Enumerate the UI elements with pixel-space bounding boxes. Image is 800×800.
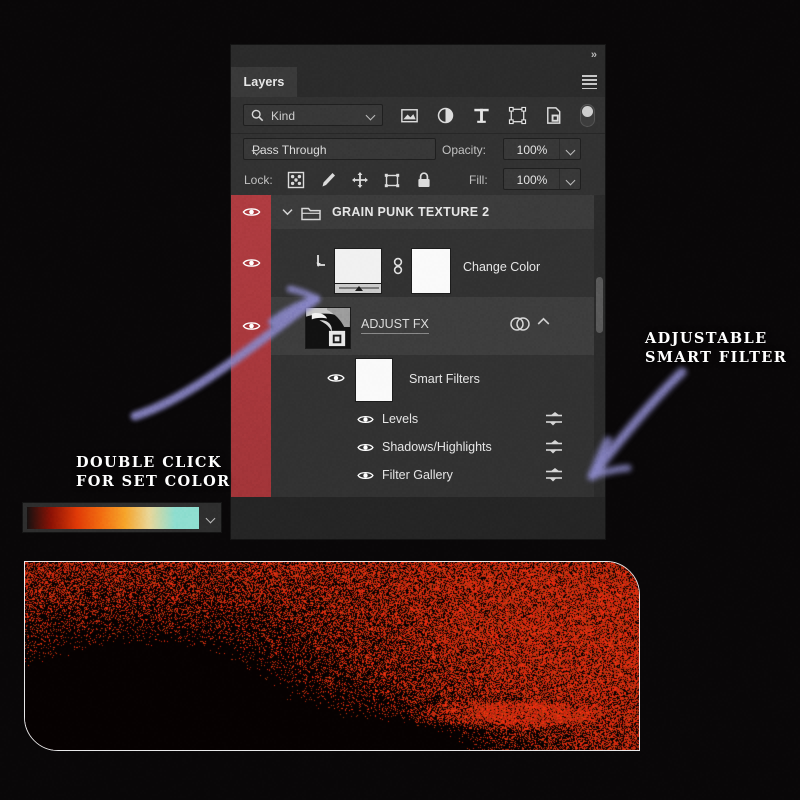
layer-row-adjust-fx[interactable]: ADJUST FX xyxy=(231,297,605,355)
filter-kind-select[interactable]: Kind xyxy=(243,104,383,126)
lock-transparent-pixels-icon[interactable] xyxy=(287,171,305,189)
chevron-down-icon[interactable] xyxy=(206,515,215,520)
chevron-up-icon[interactable] xyxy=(537,317,550,326)
fill-label: Fill: xyxy=(469,172,488,188)
layer-list: GRAIN PUNK TEXTURE 2 Change Color ADJUST… xyxy=(231,195,605,497)
layer-filter-row: Kind xyxy=(231,97,605,134)
smart-object-filter-icon[interactable] xyxy=(543,105,564,126)
visibility-eye-icon[interactable] xyxy=(357,414,374,425)
gradient-swatch-control[interactable] xyxy=(22,502,222,533)
annotation-right-line-1: ADJUSTABLE xyxy=(645,329,787,348)
annotation-left-line-1: DOUBLE CLICK xyxy=(76,453,231,472)
annotation-left-line-2: FOR SET COLOR xyxy=(76,472,231,491)
layer-name-smart-filters: Smart Filters xyxy=(409,371,480,387)
chevron-down-icon[interactable] xyxy=(366,112,375,117)
layer-name-group: GRAIN PUNK TEXTURE 2 xyxy=(332,204,489,220)
layer-name-adjust-fx[interactable]: ADJUST FX xyxy=(361,316,429,334)
lock-row: Lock: Fill: 100% xyxy=(231,165,605,195)
smart-filter-mask-thumbnail[interactable] xyxy=(355,358,393,402)
smart-object-thumbnail[interactable] xyxy=(305,307,351,349)
smart-filter-row-levels[interactable]: Levels xyxy=(231,405,605,433)
layer-row-group[interactable]: GRAIN PUNK TEXTURE 2 xyxy=(231,195,605,229)
annotation-adjustable-smart-filter: ADJUSTABLE SMART FILTER xyxy=(645,329,787,367)
opacity-value: 100% xyxy=(504,142,560,158)
gradient-preview[interactable] xyxy=(27,507,199,529)
layer-name-change-color: Change Color xyxy=(463,259,540,275)
fill-value: 100% xyxy=(504,172,560,188)
layer-list-scrollbar[interactable] xyxy=(594,195,605,497)
filter-settings-icon[interactable] xyxy=(544,439,564,455)
visibility-eye-icon[interactable] xyxy=(357,442,374,453)
layer-row-smart-filters[interactable]: Smart Filters xyxy=(231,355,605,405)
visibility-eye-icon[interactable] xyxy=(327,372,345,384)
opacity-label: Opacity: xyxy=(442,142,486,158)
layer-row-change-color[interactable]: Change Color xyxy=(231,229,605,297)
smart-filter-row-shadows-highlights[interactable]: Shadows/Highlights xyxy=(231,433,605,461)
screenshot-root: » Layers Kind Pass Through Opacity: 100%… xyxy=(0,0,800,800)
lock-position-icon[interactable] xyxy=(351,171,369,189)
scrollbar-thumb[interactable] xyxy=(596,277,603,333)
visibility-eye-icon[interactable] xyxy=(357,470,374,481)
smart-filter-row-filter-gallery[interactable]: Filter Gallery xyxy=(231,461,605,489)
filter-toggle-switch[interactable] xyxy=(580,104,595,127)
grain-punk-texture-preview xyxy=(24,561,640,751)
lock-label: Lock: xyxy=(244,172,273,188)
collapse-panel-icon[interactable]: » xyxy=(591,48,596,62)
panel-menu-icon[interactable] xyxy=(582,75,597,87)
tab-layers[interactable]: Layers xyxy=(231,67,297,97)
type-layer-filter-icon[interactable] xyxy=(471,105,492,126)
gradient-map-slider[interactable] xyxy=(334,284,382,294)
arrow-to-smart-filter-settings xyxy=(592,372,682,476)
smart-filter-icon[interactable] xyxy=(509,315,531,333)
lock-image-pixels-icon[interactable] xyxy=(319,171,337,189)
search-icon xyxy=(251,109,264,122)
chevron-down-icon[interactable] xyxy=(282,208,293,216)
annotation-right-line-2: SMART FILTER xyxy=(645,348,787,367)
shape-layer-filter-icon[interactable] xyxy=(507,105,528,126)
filter-settings-icon[interactable] xyxy=(544,467,564,483)
layers-panel: » Layers Kind Pass Through Opacity: 100%… xyxy=(231,45,605,539)
link-icon[interactable] xyxy=(391,257,405,275)
panel-body: Kind Pass Through Opacity: 100% Lock: Fi… xyxy=(231,97,605,497)
layer-mask-thumbnail[interactable] xyxy=(411,248,451,294)
lock-artboard-nesting-icon[interactable] xyxy=(383,171,401,189)
smart-filter-name-levels: Levels xyxy=(382,411,418,427)
panel-top-bar: » xyxy=(231,45,605,67)
adjustment-layer-filter-icon[interactable] xyxy=(435,105,456,126)
blend-mode-select[interactable]: Pass Through xyxy=(243,138,436,160)
chevron-down-icon[interactable] xyxy=(566,177,575,182)
hero-grain-layer xyxy=(25,562,640,751)
fill-field[interactable]: 100% xyxy=(503,168,581,190)
visibility-eye-icon[interactable] xyxy=(242,320,261,332)
chevron-down-icon[interactable] xyxy=(252,147,428,152)
filter-settings-icon[interactable] xyxy=(544,411,564,427)
visibility-eye-icon[interactable] xyxy=(242,257,261,269)
visibility-eye-icon[interactable] xyxy=(242,206,261,218)
clipping-mask-arrow-icon xyxy=(315,254,329,271)
lock-all-icon[interactable] xyxy=(415,171,433,189)
folder-icon xyxy=(301,205,321,221)
annotation-double-click: DOUBLE CLICK FOR SET COLOR xyxy=(76,453,231,491)
gradient-map-thumbnail[interactable] xyxy=(334,248,382,284)
pixel-layer-filter-icon[interactable] xyxy=(399,105,420,126)
smart-filter-name-filter-gallery: Filter Gallery xyxy=(382,467,453,483)
chevron-down-icon[interactable] xyxy=(566,147,575,152)
opacity-field[interactable]: 100% xyxy=(503,138,581,160)
blend-mode-row: Pass Through Opacity: 100% xyxy=(231,134,605,165)
panel-tab-row: Layers xyxy=(231,67,605,97)
filter-kind-label: Kind xyxy=(271,108,295,124)
smart-filter-name-shadows-highlights: Shadows/Highlights xyxy=(382,439,492,455)
